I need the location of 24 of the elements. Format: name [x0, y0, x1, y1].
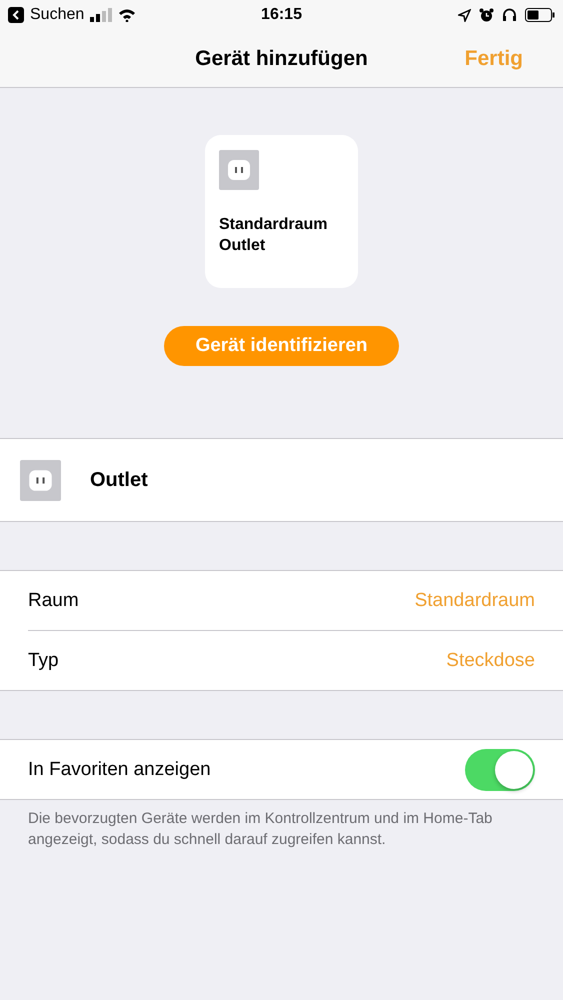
back-label[interactable]: Suchen	[30, 6, 84, 24]
footer-note: Die bevorzugten Geräte werden im Kontrollzentrum und im Home-Tab angezeigt, sodass du schnell darauf zugreifen kannst.	[28, 809, 494, 850]
favorite-switch[interactable]	[465, 748, 535, 790]
outlet-icon	[20, 460, 61, 500]
done-button[interactable]: Fertig	[464, 46, 523, 70]
outlet-icon	[219, 150, 259, 190]
identify-button[interactable]: Gerät identifizieren	[164, 326, 399, 366]
signal-icon	[90, 8, 112, 22]
location-arrow-icon	[458, 8, 472, 22]
alarm-clock-icon	[479, 8, 494, 22]
back-icon[interactable]	[8, 7, 24, 23]
wifi-icon	[118, 8, 136, 22]
status-time: 16:15	[261, 6, 302, 24]
favorite-label: In Favoriten anzeigen	[28, 758, 211, 780]
accessory-tile[interactable]: Standardraum Outlet	[205, 135, 358, 288]
nav-title: Gerät hinzufügen	[195, 46, 368, 70]
tile-label: Standardraum Outlet	[219, 215, 328, 256]
battery-icon	[525, 8, 556, 22]
setting-label: Typ	[28, 650, 59, 672]
headphones-icon	[502, 8, 518, 22]
setting-label: Raum	[28, 590, 79, 612]
setting-value[interactable]: Steckdose	[446, 650, 535, 672]
setting-value[interactable]: Standardraum	[414, 590, 535, 612]
accessory-name[interactable]: Outlet	[90, 468, 148, 492]
